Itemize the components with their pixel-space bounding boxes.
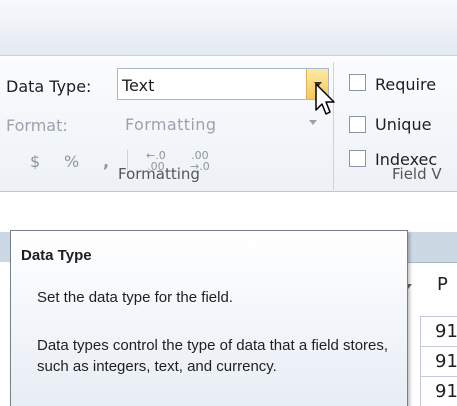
indexed-checkbox-label[interactable]: Indexec — [375, 150, 437, 169]
window-top-bar — [0, 0, 457, 56]
format-value: Formatting — [125, 115, 217, 134]
indexed-checkbox[interactable] — [349, 150, 366, 167]
tooltip-title: Data Type — [21, 247, 92, 264]
chevron-down-icon[interactable] — [309, 120, 317, 125]
currency-format-button[interactable]: $ — [30, 152, 40, 171]
table-cell[interactable]: 91 — [420, 346, 457, 376]
unique-checkbox-label[interactable]: Unique — [375, 115, 431, 134]
data-type-tooltip: Data Type Set the data type for the fiel… — [10, 230, 408, 406]
table-cell[interactable]: 91 — [420, 376, 457, 406]
unique-checkbox[interactable] — [349, 116, 366, 133]
column-header[interactable]: P — [437, 274, 448, 295]
mouse-pointer-icon — [315, 83, 335, 115]
required-checkbox-label[interactable]: Require — [375, 75, 436, 94]
data-type-combobox[interactable]: Text — [117, 68, 329, 100]
format-label: Format: — [6, 116, 68, 135]
table-cell[interactable]: 91 — [420, 316, 457, 346]
format-combobox[interactable]: Formatting — [117, 108, 329, 138]
formatting-group-label: Formatting — [118, 165, 200, 183]
data-type-label: Data Type: — [6, 77, 92, 96]
tooltip-summary: Set the data type for the field. — [37, 289, 233, 306]
required-checkbox[interactable] — [349, 74, 366, 91]
percent-format-button[interactable]: % — [64, 152, 79, 171]
tooltip-description: Data types control the type of data that… — [37, 337, 389, 375]
data-type-value: Text — [122, 76, 155, 95]
comma-format-button[interactable]: , — [103, 152, 109, 171]
